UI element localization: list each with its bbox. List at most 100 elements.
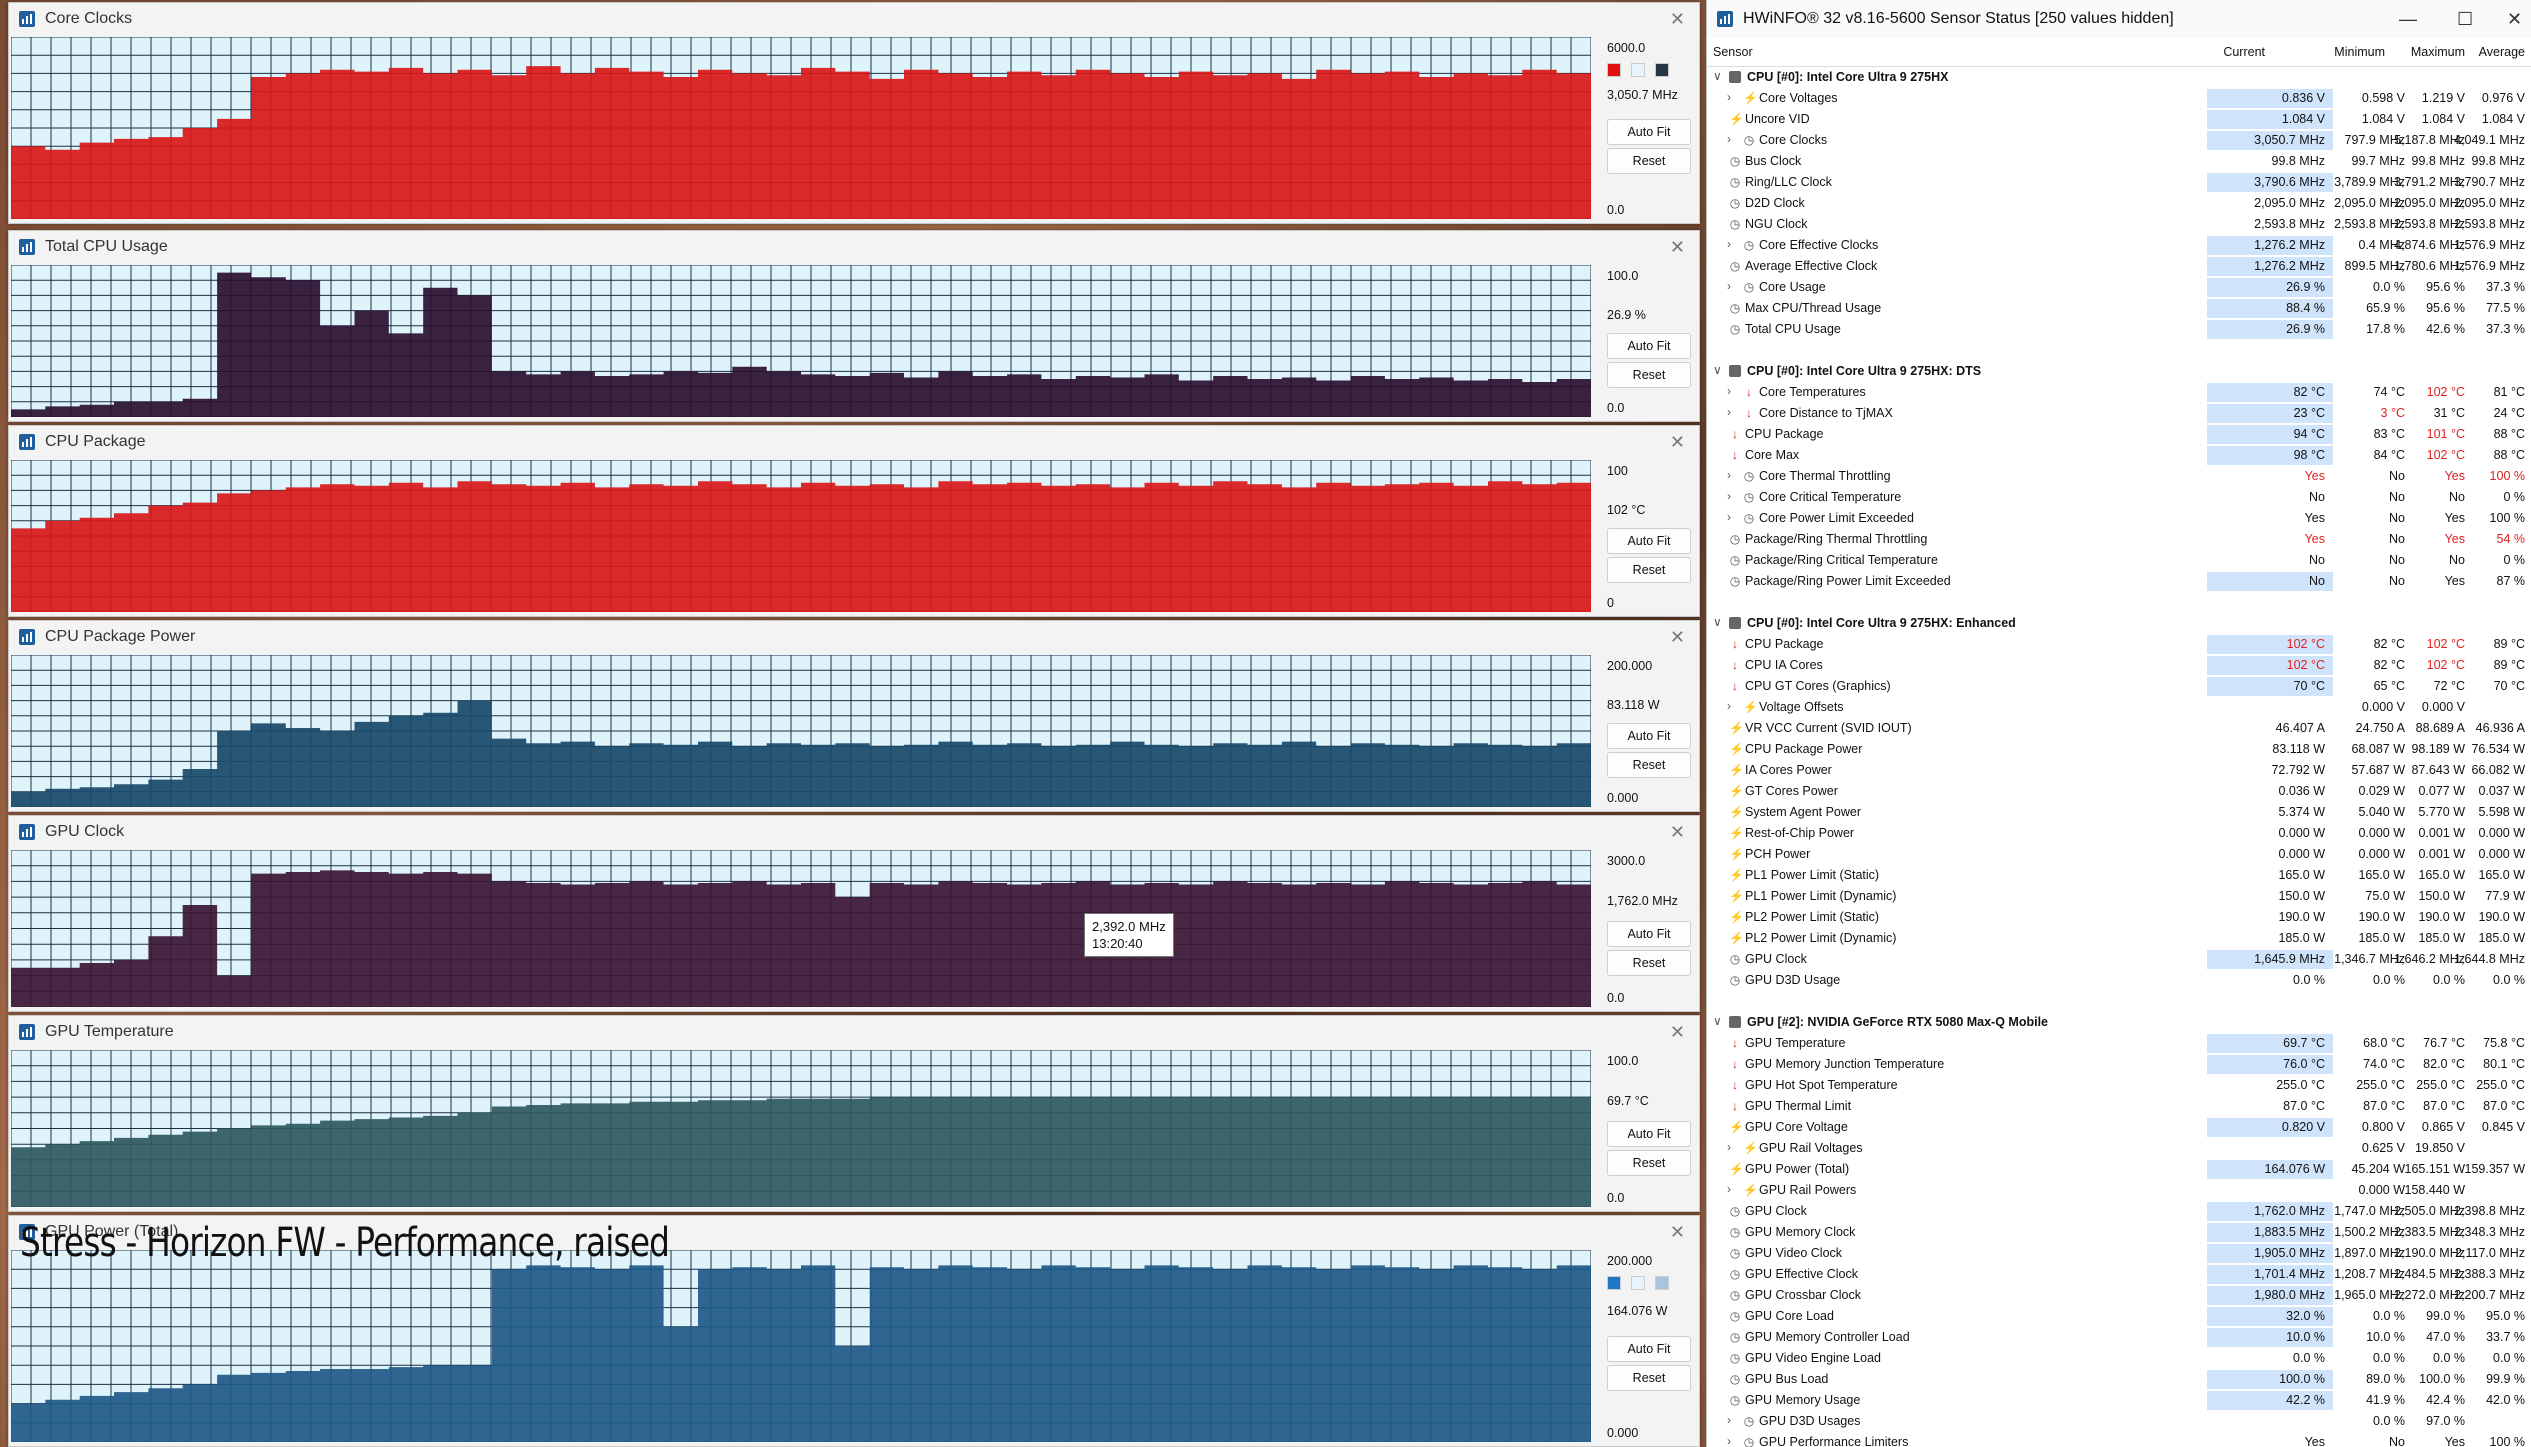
sensor-row[interactable]: ◷ Average Effective Clock 1,276.2 MHz 899.5…	[1707, 256, 2531, 277]
sensor-row[interactable]: ◷ GPU Effective Clock 1,701.4 MHz 1,208.7 M…	[1707, 1264, 2531, 1285]
reset-button[interactable]: Reset	[1607, 148, 1691, 174]
reset-button[interactable]: Reset	[1607, 1365, 1691, 1391]
expand-chevron-icon[interactable]: ›	[1727, 132, 1731, 146]
sensor-group-header[interactable]: ∨ CPU [#0]: Intel Core Ultra 9 275HX: En…	[1707, 613, 2531, 634]
close-icon[interactable]: ✕	[1670, 621, 1685, 653]
sensor-row[interactable]: ◷ Ring/LLC Clock 3,790.6 MHz 3,789.9 MHz 3,7…	[1707, 172, 2531, 193]
maximize-icon[interactable]: ☐	[2457, 0, 2473, 38]
auto-fit-button[interactable]: Auto Fit	[1607, 333, 1691, 359]
sensor-row[interactable]: › ◷ GPU Performance Limiters Yes No Yes 100 %	[1707, 1432, 2531, 1447]
sensor-row[interactable]: ◷ GPU D3D Usage 0.0 % 0.0 % 0.0 % 0.0 %	[1707, 970, 2531, 991]
sensor-row[interactable]: ↓ GPU Hot Spot Temperature 255.0 °C 255.0 °…	[1707, 1075, 2531, 1096]
sensor-row[interactable]: › ◷ Core Critical Temperature No No No 0 %	[1707, 487, 2531, 508]
sensor-row[interactable]: ⚡ GPU Core Voltage 0.820 V 0.800 V 0.865 V 0.…	[1707, 1117, 2531, 1138]
sensor-group-header[interactable]: ∨ CPU [#0]: Intel Core Ultra 9 275HX: DT…	[1707, 361, 2531, 382]
sensor-row[interactable]: ◷ Package/Ring Thermal Throttling Yes No Yes…	[1707, 529, 2531, 550]
sensor-row[interactable]: ◷ GPU Bus Load 100.0 % 89.0 % 100.0 % 99.9 %	[1707, 1369, 2531, 1390]
sensor-row[interactable]: ⚡ PL2 Power Limit (Dynamic) 185.0 W 185.0 W…	[1707, 928, 2531, 949]
col-sensor[interactable]: Sensor	[1713, 45, 1753, 59]
close-icon[interactable]: ✕	[1670, 1216, 1685, 1248]
sensor-row[interactable]: › ◷ Core Thermal Throttling Yes No Yes 100 %	[1707, 466, 2531, 487]
expand-chevron-icon[interactable]: ›	[1727, 1140, 1731, 1154]
sensor-row[interactable]: › ↓ Core Distance to TjMAX 23 °C 3 °C 31 °C 24…	[1707, 403, 2531, 424]
collapse-chevron-icon[interactable]: ∨	[1713, 1014, 1722, 1028]
sensor-row[interactable]: ◷ GPU Clock 1,762.0 MHz 1,747.0 MHz 2,505.0 …	[1707, 1201, 2531, 1222]
sensor-row[interactable]: ◷ GPU Clock 1,645.9 MHz 1,346.7 MHz 1,646.2 …	[1707, 949, 2531, 970]
sensor-row[interactable]: ↓ GPU Temperature 69.7 °C 68.0 °C 76.7 °C 75.…	[1707, 1033, 2531, 1054]
sensor-row[interactable]: ↓ GPU Memory Junction Temperature 76.0 °C 7…	[1707, 1054, 2531, 1075]
sensor-row[interactable]: ◷ NGU Clock 2,593.8 MHz 2,593.8 MHz 2,593.8 …	[1707, 214, 2531, 235]
auto-fit-button[interactable]: Auto Fit	[1607, 723, 1691, 749]
color-swatch-1[interactable]	[1631, 1276, 1645, 1290]
expand-chevron-icon[interactable]: ›	[1727, 699, 1731, 713]
sensor-row[interactable]: ↓ Core Max 98 °C 84 °C 102 °C 88 °C	[1707, 445, 2531, 466]
col-current[interactable]: Current	[2147, 45, 2265, 59]
color-swatches[interactable]	[1607, 63, 1669, 77]
sensor-row[interactable]: ◷ Max CPU/Thread Usage 88.4 % 65.9 % 95.6 % 7…	[1707, 298, 2531, 319]
sensor-row[interactable]: ⚡ PL1 Power Limit (Dynamic) 150.0 W 75.0 W1…	[1707, 886, 2531, 907]
sensor-row[interactable]: ◷ Package/Ring Critical Temperature No No No…	[1707, 550, 2531, 571]
sensor-row[interactable]: › ◷ Core Power Limit Exceeded Yes No Yes 100 %	[1707, 508, 2531, 529]
sensor-row[interactable]: ◷ GPU Core Load 32.0 % 0.0 % 99.0 % 95.0 %	[1707, 1306, 2531, 1327]
sensor-row[interactable]: ⚡ Uncore VID 1.084 V 1.084 V 1.084 V 1.084 V	[1707, 109, 2531, 130]
sensor-row[interactable]: ⚡ IA Cores Power 72.792 W 57.687 W 87.643 W6…	[1707, 760, 2531, 781]
sensor-row[interactable]: › ⚡ Voltage Offsets 0.000 V 0.000 V	[1707, 697, 2531, 718]
expand-chevron-icon[interactable]: ›	[1727, 510, 1731, 524]
sensor-row[interactable]: › ↓ Core Temperatures 82 °C 74 °C 102 °C 81 °C	[1707, 382, 2531, 403]
sensor-row[interactable]: ↓ GPU Thermal Limit 87.0 °C 87.0 °C 87.0 °C 8…	[1707, 1096, 2531, 1117]
expand-chevron-icon[interactable]: ›	[1727, 90, 1731, 104]
sensor-row[interactable]: ⚡ GT Cores Power 0.036 W 0.029 W 0.077 W 0.03…	[1707, 781, 2531, 802]
sensor-row[interactable]: ↓ CPU Package 102 °C 82 °C 102 °C 89 °C	[1707, 634, 2531, 655]
sensor-row[interactable]: ◷ GPU Video Clock 1,905.0 MHz 1,897.0 MHz 2,…	[1707, 1243, 2531, 1264]
sensor-row[interactable]: ⚡ System Agent Power 5.374 W 5.040 W 5.770 W…	[1707, 802, 2531, 823]
sensor-row[interactable]: ⚡ CPU Package Power 83.118 W 68.087 W 98.189…	[1707, 739, 2531, 760]
sensor-row[interactable]: ◷ GPU Crossbar Clock 1,980.0 MHz 1,965.0 MH…	[1707, 1285, 2531, 1306]
reset-button[interactable]: Reset	[1607, 752, 1691, 778]
reset-button[interactable]: Reset	[1607, 362, 1691, 388]
sensor-row[interactable]: ⚡ PL1 Power Limit (Static) 165.0 W 165.0 W1…	[1707, 865, 2531, 886]
color-swatch-0[interactable]	[1607, 63, 1621, 77]
reset-button[interactable]: Reset	[1607, 1150, 1691, 1176]
close-icon[interactable]: ✕	[1670, 231, 1685, 263]
sensor-row[interactable]: ⚡ GPU Power (Total) 164.076 W 45.204 W 165.1…	[1707, 1159, 2531, 1180]
auto-fit-button[interactable]: Auto Fit	[1607, 921, 1691, 947]
expand-chevron-icon[interactable]: ›	[1727, 279, 1731, 293]
sensor-row[interactable]: ⚡ VR VCC Current (SVID IOUT) 46.407 A 24.75…	[1707, 718, 2531, 739]
sensor-row[interactable]: ↓ CPU Package 94 °C 83 °C 101 °C 88 °C	[1707, 424, 2531, 445]
color-swatch-2[interactable]	[1655, 1276, 1669, 1290]
minimize-icon[interactable]: —	[2399, 0, 2417, 38]
sensor-row[interactable]: › ◷ Core Usage 26.9 % 0.0 % 95.6 % 37.3 %	[1707, 277, 2531, 298]
auto-fit-button[interactable]: Auto Fit	[1607, 1121, 1691, 1147]
auto-fit-button[interactable]: Auto Fit	[1607, 119, 1691, 145]
color-swatch-0[interactable]	[1607, 1276, 1621, 1290]
sensor-row[interactable]: ◷ Total CPU Usage 26.9 % 17.8 % 42.6 % 37.3 %	[1707, 319, 2531, 340]
reset-button[interactable]: Reset	[1607, 950, 1691, 976]
sensor-row[interactable]: ⚡ Rest-of-Chip Power 0.000 W 0.000 W 0.001 W…	[1707, 823, 2531, 844]
sensor-row[interactable]: › ◷ Core Clocks 3,050.7 MHz 797.9 MHz 5,187.8…	[1707, 130, 2531, 151]
reset-button[interactable]: Reset	[1607, 557, 1691, 583]
sensor-row[interactable]: › ⚡ Core Voltages 0.836 V 0.598 V 1.219 V 0.97…	[1707, 88, 2531, 109]
sensor-row[interactable]: › ◷ GPU D3D Usages 0.0 % 97.0 %	[1707, 1411, 2531, 1432]
expand-chevron-icon[interactable]: ›	[1727, 489, 1731, 503]
close-icon[interactable]: ✕	[1670, 426, 1685, 458]
expand-chevron-icon[interactable]: ›	[1727, 237, 1731, 251]
col-average[interactable]: Average	[2407, 45, 2525, 59]
sensor-row[interactable]: ◷ GPU Memory Clock 1,883.5 MHz 1,500.2 MHz 2…	[1707, 1222, 2531, 1243]
expand-chevron-icon[interactable]: ›	[1727, 1413, 1731, 1427]
expand-chevron-icon[interactable]: ›	[1727, 1434, 1731, 1447]
sensor-row[interactable]: ◷ D2D Clock 2,095.0 MHz 2,095.0 MHz 2,095.0 …	[1707, 193, 2531, 214]
auto-fit-button[interactable]: Auto Fit	[1607, 528, 1691, 554]
close-icon[interactable]: ✕	[1670, 1016, 1685, 1048]
color-swatch-1[interactable]	[1631, 63, 1645, 77]
sensor-row[interactable]: ↓ CPU GT Cores (Graphics) 70 °C 65 °C 72 °C 7…	[1707, 676, 2531, 697]
collapse-chevron-icon[interactable]: ∨	[1713, 363, 1722, 377]
sensor-row[interactable]: ↓ CPU IA Cores 102 °C 82 °C 102 °C 89 °C	[1707, 655, 2531, 676]
collapse-chevron-icon[interactable]: ∨	[1713, 615, 1722, 629]
color-swatches[interactable]	[1607, 1276, 1669, 1290]
sensor-row[interactable]: › ⚡ GPU Rail Voltages 0.625 V 19.850 V	[1707, 1138, 2531, 1159]
sensor-row[interactable]: ⚡ PCH Power 0.000 W 0.000 W 0.001 W 0.000 W	[1707, 844, 2531, 865]
expand-chevron-icon[interactable]: ›	[1727, 468, 1731, 482]
close-icon[interactable]: ✕	[1670, 3, 1685, 35]
sensor-row[interactable]: ◷ GPU Video Engine Load 0.0 % 0.0 % 0.0 % 0.0…	[1707, 1348, 2531, 1369]
sensor-row[interactable]: ◷ Bus Clock 99.8 MHz 99.7 MHz 99.8 MHz 99.8 M…	[1707, 151, 2531, 172]
